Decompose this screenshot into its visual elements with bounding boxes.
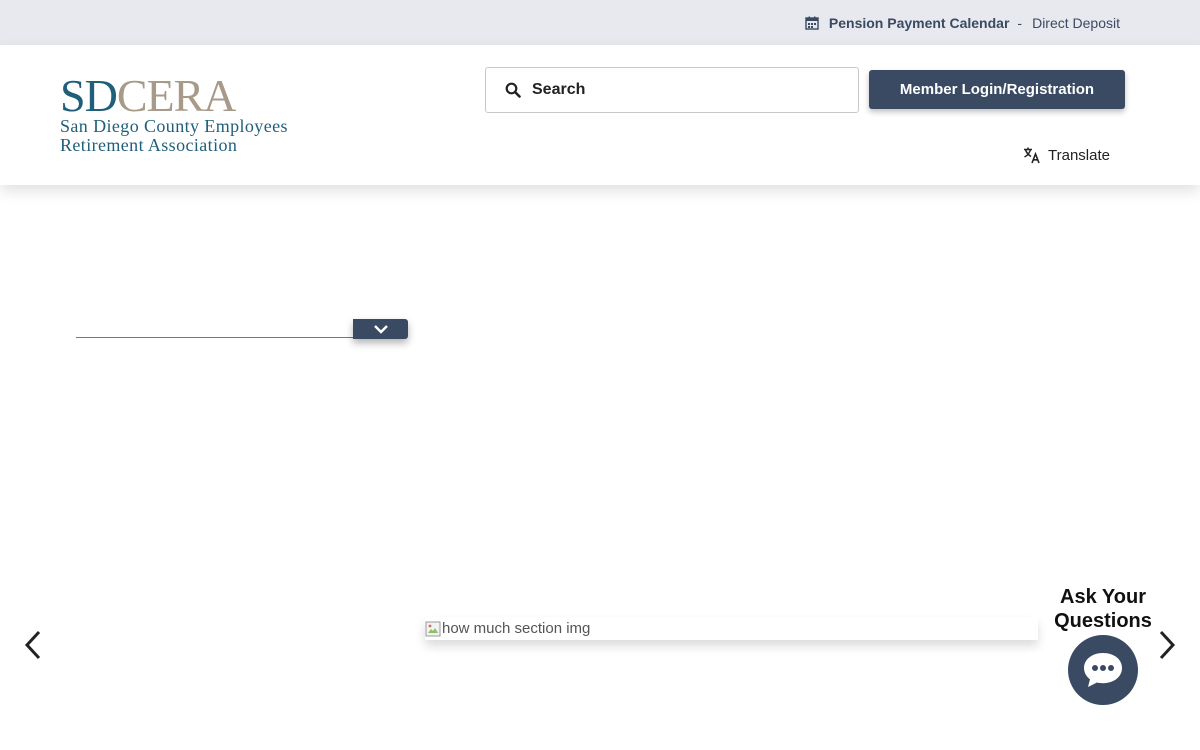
chat-prompt-line-2: Questions: [1054, 610, 1152, 632]
site-header: SD CERA San Diego County Employees Retire…: [0, 45, 1200, 185]
translate-icon: [1024, 147, 1040, 164]
utility-links: Pension Payment Calendar - Direct Deposi…: [805, 13, 1120, 33]
utility-separator: -: [1017, 15, 1023, 31]
chat-icon: [1084, 653, 1122, 687]
utility-bar: Pension Payment Calendar - Direct Deposi…: [0, 0, 1200, 45]
translate-label: Translate: [1048, 146, 1110, 164]
chat-prompt-label: Ask Your Questions: [1048, 585, 1158, 633]
chevron-left-icon: [24, 630, 41, 660]
dropdown-underline: [76, 337, 356, 338]
chevron-down-icon: [373, 325, 388, 334]
carousel-next-button[interactable]: [1156, 628, 1178, 662]
broken-image-icon: [425, 621, 441, 636]
logo-mark: SD CERA: [60, 70, 320, 121]
member-login-button[interactable]: Member Login/Registration: [869, 70, 1125, 109]
calendar-icon: [805, 16, 819, 30]
direct-deposit-link[interactable]: Direct Deposit: [1032, 15, 1120, 31]
search-input[interactable]: [532, 81, 832, 99]
section-dropdown[interactable]: [76, 319, 408, 339]
chat-launch-button[interactable]: [1068, 635, 1138, 705]
pension-payment-calendar-link[interactable]: Pension Payment Calendar: [829, 15, 1010, 31]
logo-line-1: San Diego County Employees: [60, 116, 288, 136]
section-image-alt-text: how much section img: [442, 620, 591, 637]
carousel-prev-button[interactable]: [22, 628, 44, 662]
sdcera-logo[interactable]: SD CERA San Diego County Employees Retire…: [60, 70, 320, 160]
chat-prompt-line-1: Ask Your: [1060, 586, 1146, 608]
logo-line-2: Retirement Association: [60, 135, 238, 155]
search-icon[interactable]: [505, 82, 521, 98]
logo-mark-cera: CERA: [116, 70, 237, 121]
translate-button[interactable]: Translate: [1023, 145, 1110, 165]
how-much-section-image: how much section img: [425, 617, 1038, 640]
logo-mark-sd: SD: [60, 70, 118, 121]
search-box: [485, 67, 859, 113]
chevron-right-icon: [1159, 630, 1176, 660]
dropdown-toggle-button[interactable]: [353, 319, 408, 339]
chat-widget: Ask Your Questions: [1048, 585, 1158, 710]
